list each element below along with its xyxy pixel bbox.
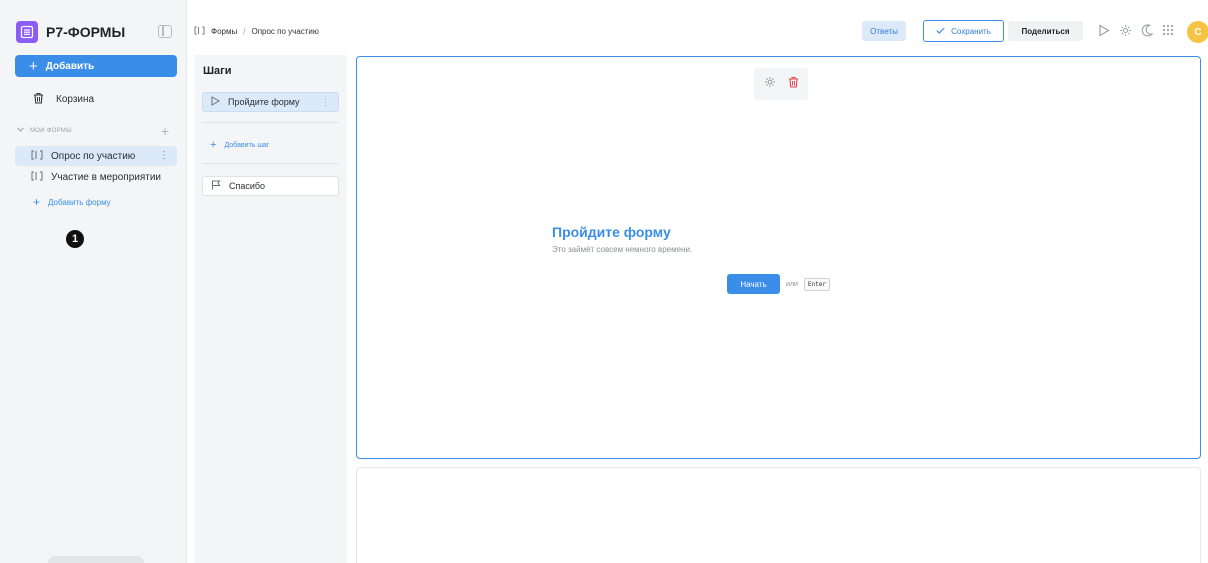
enter-key-hint: Enter <box>803 277 830 291</box>
moon-icon[interactable] <box>1141 24 1154 39</box>
form-title[interactable]: Пройдите форму <box>552 224 952 240</box>
section-label: МОИ ФОРМЫ <box>30 127 72 134</box>
avatar[interactable]: С <box>1187 21 1208 43</box>
sidebar-item-form[interactable]: Участие в мероприятии <box>15 167 177 187</box>
breadcrumb-current: Опрос по участию <box>251 27 319 36</box>
sidebar-footer <box>48 556 144 563</box>
gear-icon[interactable] <box>764 75 776 93</box>
gear-icon[interactable] <box>1119 24 1132 39</box>
more-options-icon[interactable]: ⋮ <box>159 150 169 161</box>
form-canvas[interactable]: Пройдите форму Это займёт совсем немного… <box>356 56 1201 459</box>
sidebar: Р7-ФОРМЫ + Добавить Корзина МОИ ФОРМЫ + … <box>0 0 187 563</box>
plus-icon: + <box>210 139 217 151</box>
brand[interactable]: Р7-ФОРМЫ <box>16 21 125 43</box>
breadcrumb: Формы / Опрос по участию <box>194 26 319 37</box>
step-item-label: Пройдите форму <box>228 97 300 107</box>
forms-logo-icon <box>16 21 38 43</box>
add-button-label: Добавить <box>45 60 95 72</box>
start-row: Начать или Enter <box>727 274 830 294</box>
step-item[interactable]: Пройдите форму ⋮ <box>202 92 339 112</box>
app-name: Р7-ФОРМЫ <box>46 24 126 40</box>
sidebar-item-trash[interactable]: Корзина <box>33 92 94 107</box>
end-step-item[interactable]: Спасибо <box>202 176 339 196</box>
form-intro: Пройдите форму Это займёт совсем немного… <box>552 224 952 294</box>
sidebar-item-form[interactable]: Опрос по участию ⋮ <box>15 146 177 166</box>
or-label: или <box>786 280 798 288</box>
divider <box>202 122 339 123</box>
flag-icon <box>211 180 221 192</box>
add-form-link[interactable]: + Добавить форму <box>33 195 111 209</box>
marker-badge: 1 <box>66 230 84 248</box>
end-step-label: Спасибо <box>229 181 266 191</box>
form-icon <box>31 171 43 184</box>
more-options-icon[interactable]: ⋮ <box>321 97 330 108</box>
form-subtitle[interactable]: Это займёт совсем немного времени. <box>552 245 952 254</box>
breadcrumb-root[interactable]: Формы <box>211 27 237 36</box>
app-root: Р7-ФОРМЫ + Добавить Корзина МОИ ФОРМЫ + … <box>0 0 1208 563</box>
breadcrumb-separator: / <box>243 27 246 36</box>
sidebar-toggle-icon[interactable] <box>158 25 172 38</box>
trash-icon[interactable] <box>788 75 799 93</box>
next-step-canvas[interactable] <box>356 467 1201 563</box>
plus-icon: + <box>33 195 41 209</box>
divider <box>202 163 339 164</box>
check-icon <box>936 27 945 36</box>
form-icon <box>194 26 205 37</box>
add-form-plus-icon[interactable]: + <box>161 124 169 138</box>
top-bar: Формы / Опрос по участию Ответы Сохранит… <box>188 0 1208 54</box>
save-button[interactable]: Сохранить <box>923 20 1004 42</box>
add-form-label: Добавить форму <box>48 197 111 207</box>
sidebar-item-trash-label: Корзина <box>56 94 95 105</box>
canvas-toolbar <box>754 68 808 100</box>
trash-icon <box>33 92 44 107</box>
apps-grid-icon[interactable] <box>1162 24 1174 38</box>
sidebar-item-form-label: Опрос по участию <box>51 150 136 162</box>
steps-title: Шаги <box>203 65 232 77</box>
add-step-label: Добавить шаг <box>224 141 270 149</box>
add-button[interactable]: + Добавить <box>15 55 177 77</box>
sidebar-item-form-label: Участие в мероприятии <box>51 171 162 183</box>
steps-panel: Шаги Пройдите форму ⋮ + Добавить шаг Спа… <box>195 55 347 563</box>
add-step-link[interactable]: + Добавить шаг <box>210 139 269 151</box>
start-button[interactable]: Начать <box>727 274 780 294</box>
save-button-label: Сохранить <box>951 26 991 36</box>
answers-button[interactable]: Ответы <box>862 21 906 41</box>
my-forms-section[interactable]: МОИ ФОРМЫ <box>17 127 72 134</box>
play-icon[interactable] <box>1098 24 1110 39</box>
form-icon <box>31 150 43 163</box>
plus-icon: + <box>29 57 38 75</box>
chevron-down-icon <box>17 127 24 134</box>
play-icon <box>211 96 221 108</box>
share-button[interactable]: Поделиться <box>1008 21 1083 41</box>
